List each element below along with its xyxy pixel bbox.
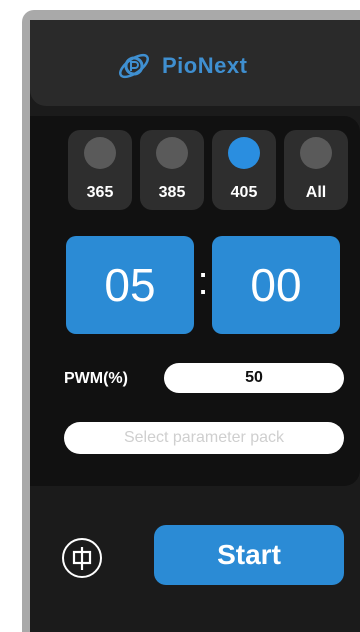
app-screen: PioNext 365 385 405 All 05 : 00 PWM(%) 5… <box>30 20 360 632</box>
header: PioNext <box>30 20 360 106</box>
wavelength-indicator-icon <box>84 137 116 169</box>
timer-minutes[interactable]: 05 <box>66 236 194 334</box>
wavelength-label: 405 <box>230 184 258 201</box>
pionext-logo-icon <box>119 53 149 79</box>
parameter-pack-select[interactable]: Select parameter pack <box>64 422 344 454</box>
brand-logo: PioNext <box>116 48 247 84</box>
wavelength-indicator-icon <box>228 137 260 169</box>
start-button[interactable]: Start <box>154 525 344 585</box>
brand-name: PioNext <box>162 53 248 78</box>
wavelength-label: All <box>305 184 327 201</box>
wavelength-indicator-icon <box>300 137 332 169</box>
wavelength-button-405[interactable]: 405 <box>212 130 276 210</box>
timer-separator: : <box>197 259 209 303</box>
wavelength-button-all[interactable]: All <box>284 130 348 210</box>
pwm-label: PWM(%) <box>64 370 128 387</box>
pwm-input[interactable]: 50 <box>164 363 344 393</box>
language-toggle-button[interactable] <box>62 538 102 578</box>
wavelength-button-385[interactable]: 385 <box>140 130 204 210</box>
zhong-character-icon <box>72 547 92 570</box>
wavelength-label: 365 <box>86 184 114 201</box>
wavelength-label: 385 <box>158 184 186 201</box>
wavelength-indicator-icon <box>156 137 188 169</box>
timer-seconds[interactable]: 00 <box>212 236 340 334</box>
wavelength-button-365[interactable]: 365 <box>68 130 132 210</box>
control-panel: 365 385 405 All 05 : 00 PWM(%) 50 Select… <box>30 116 360 486</box>
